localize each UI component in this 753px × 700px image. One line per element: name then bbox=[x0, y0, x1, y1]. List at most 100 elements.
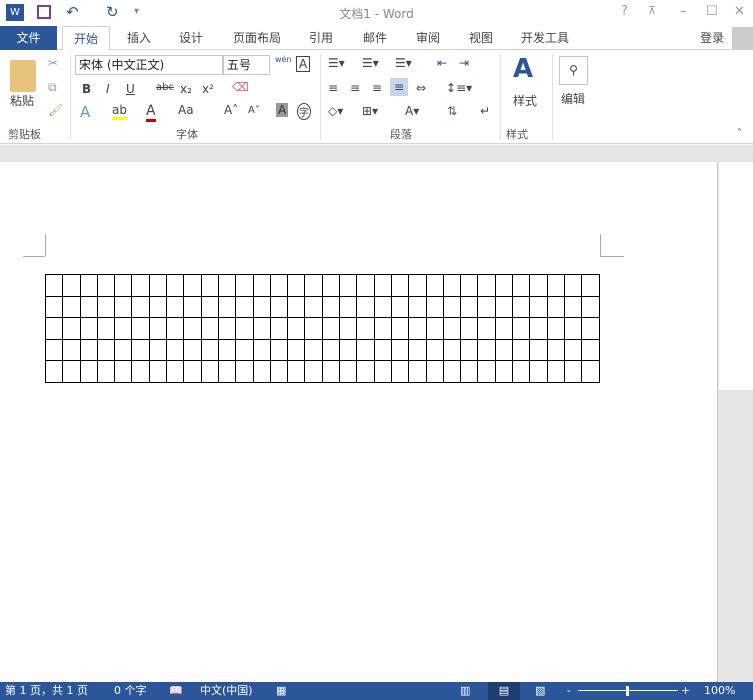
table-cell[interactable] bbox=[321, 360, 341, 383]
table-cell[interactable] bbox=[304, 338, 323, 362]
character-border-button[interactable]: A bbox=[296, 56, 311, 72]
clear-formatting-icon[interactable]: ⌫ bbox=[232, 80, 249, 94]
table-cell[interactable] bbox=[373, 338, 392, 362]
italic-button[interactable]: I bbox=[106, 82, 110, 96]
table-cell[interactable] bbox=[512, 274, 531, 297]
table-cell[interactable] bbox=[494, 274, 514, 297]
table-cell[interactable] bbox=[62, 360, 81, 383]
zoom-out-button[interactable]: - bbox=[567, 682, 571, 700]
ribbon-display-options-icon[interactable]: ⊼ bbox=[648, 4, 656, 17]
change-case-button[interactable]: Aa bbox=[178, 103, 194, 117]
table-cell[interactable] bbox=[494, 360, 514, 383]
table-cell[interactable] bbox=[356, 360, 375, 383]
table-cell[interactable] bbox=[114, 274, 133, 297]
table-cell[interactable] bbox=[131, 360, 150, 383]
table-cell[interactable] bbox=[581, 295, 600, 319]
justify-icon[interactable]: ≡ bbox=[390, 78, 409, 96]
table-cell[interactable] bbox=[287, 295, 306, 319]
table-cell[interactable] bbox=[304, 317, 323, 340]
shading-icon[interactable]: ◇▾ bbox=[328, 104, 343, 118]
table-cell[interactable] bbox=[96, 295, 116, 319]
table-cell[interactable] bbox=[494, 338, 514, 362]
cut-icon[interactable]: ✂ bbox=[48, 56, 58, 70]
table-cell[interactable] bbox=[235, 295, 254, 319]
table-cell[interactable] bbox=[373, 360, 392, 383]
character-shading-button[interactable]: A bbox=[276, 103, 289, 117]
collapse-ribbon-icon[interactable]: ˄ bbox=[737, 128, 742, 139]
table-cell[interactable] bbox=[166, 295, 185, 319]
table-cell[interactable] bbox=[148, 317, 168, 340]
tab-insert[interactable]: 插入 bbox=[118, 26, 160, 50]
table-cell[interactable] bbox=[425, 295, 444, 319]
table-cell[interactable] bbox=[183, 338, 202, 362]
asian-layout-icon[interactable]: A▾ bbox=[405, 104, 419, 118]
table-cell[interactable] bbox=[425, 274, 444, 297]
table-cell[interactable] bbox=[321, 295, 341, 319]
table-cell[interactable] bbox=[581, 338, 600, 362]
table-cell[interactable] bbox=[114, 338, 133, 362]
paste-button[interactable]: 粘贴 bbox=[10, 92, 34, 109]
table-cell[interactable] bbox=[62, 274, 81, 297]
table-cell[interactable] bbox=[183, 317, 202, 340]
zoom-in-button[interactable]: + bbox=[681, 682, 690, 700]
table-cell[interactable] bbox=[563, 360, 583, 383]
table-cell[interactable] bbox=[390, 295, 410, 319]
table-cell[interactable] bbox=[408, 274, 427, 297]
table-cell[interactable] bbox=[183, 360, 202, 383]
table-cell[interactable] bbox=[252, 317, 271, 340]
table-cell[interactable] bbox=[339, 360, 358, 383]
styles-button[interactable]: 样式 bbox=[513, 92, 537, 109]
table-cell[interactable] bbox=[252, 295, 271, 319]
document-table[interactable] bbox=[44, 274, 600, 383]
table-cell[interactable] bbox=[200, 295, 219, 319]
table-cell[interactable] bbox=[321, 338, 341, 362]
table-cell[interactable] bbox=[235, 274, 254, 297]
table-cell[interactable] bbox=[373, 295, 392, 319]
table-cell[interactable] bbox=[166, 338, 185, 362]
table-cell[interactable] bbox=[217, 360, 237, 383]
bullets-icon[interactable]: ☰▾ bbox=[328, 56, 345, 70]
table-cell[interactable] bbox=[425, 338, 444, 362]
table-cell[interactable] bbox=[339, 317, 358, 340]
table-cell[interactable] bbox=[217, 338, 237, 362]
table-cell[interactable] bbox=[287, 360, 306, 383]
increase-indent-icon[interactable]: ⇥ bbox=[459, 56, 469, 70]
table-cell[interactable] bbox=[529, 317, 548, 340]
table-cell[interactable] bbox=[252, 338, 271, 362]
table-cell[interactable] bbox=[269, 274, 289, 297]
table-cell[interactable] bbox=[563, 338, 583, 362]
table-cell[interactable] bbox=[166, 360, 185, 383]
align-center-icon[interactable]: ≡ bbox=[350, 81, 360, 95]
table-cell[interactable] bbox=[131, 295, 150, 319]
close-button[interactable]: ✕ bbox=[734, 4, 745, 19]
subscript-button[interactable]: x₂ bbox=[180, 82, 192, 96]
table-cell[interactable] bbox=[408, 338, 427, 362]
table-cell[interactable] bbox=[477, 360, 496, 383]
table-cell[interactable] bbox=[131, 274, 150, 297]
table-cell[interactable] bbox=[546, 295, 565, 319]
table-cell[interactable] bbox=[339, 338, 358, 362]
table-cell[interactable] bbox=[217, 317, 237, 340]
table-cell[interactable] bbox=[62, 317, 81, 340]
table-cell[interactable] bbox=[408, 295, 427, 319]
tab-home[interactable]: 开始 bbox=[62, 26, 110, 51]
table-cell[interactable] bbox=[114, 317, 133, 340]
table-cell[interactable] bbox=[79, 295, 98, 319]
table-cell[interactable] bbox=[287, 317, 306, 340]
table-cell[interactable] bbox=[442, 274, 462, 297]
table-cell[interactable] bbox=[148, 360, 168, 383]
table-cell[interactable] bbox=[563, 295, 583, 319]
table-cell[interactable] bbox=[477, 338, 496, 362]
table-cell[interactable] bbox=[217, 274, 237, 297]
highlight-icon[interactable]: ab bbox=[112, 103, 127, 120]
numbering-icon[interactable]: ☰▾ bbox=[362, 56, 379, 70]
sign-in-link[interactable]: 登录 bbox=[694, 26, 730, 50]
table-cell[interactable] bbox=[460, 338, 479, 362]
table-cell[interactable] bbox=[356, 317, 375, 340]
table-cell[interactable] bbox=[200, 360, 219, 383]
multilevel-list-icon[interactable]: ☰▾ bbox=[395, 56, 412, 70]
table-cell[interactable] bbox=[460, 317, 479, 340]
zoom-slider-thumb[interactable] bbox=[626, 686, 629, 696]
table-cell[interactable] bbox=[460, 274, 479, 297]
table-cell[interactable] bbox=[442, 317, 462, 340]
